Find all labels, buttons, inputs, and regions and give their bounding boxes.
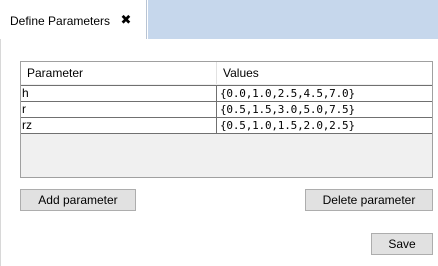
add-parameter-button[interactable]: Add parameter (20, 189, 136, 211)
cell-values[interactable]: {0.5,1.5,3.0,5.0,7.5} (217, 102, 432, 117)
tab-define-parameters[interactable]: Define Parameters ✖ (0, 0, 147, 39)
table-row[interactable]: r {0.5,1.5,3.0,5.0,7.5} (21, 101, 432, 117)
column-header-parameter[interactable]: Parameter (21, 62, 217, 84)
define-parameters-window: Define Parameters ✖ Parameter Values h {… (0, 0, 438, 266)
cell-values[interactable]: {0.5,1.0,1.5,2.0,2.5} (217, 118, 432, 133)
cell-parameter[interactable]: h (21, 86, 217, 101)
table-header-row: Parameter Values (21, 62, 432, 84)
table-row[interactable]: h {0.0,1.0,2.5,4.5,7.0} (21, 85, 432, 101)
save-button[interactable]: Save (371, 233, 433, 255)
cell-values[interactable]: {0.0,1.0,2.5,4.5,7.0} (217, 86, 432, 101)
tab-strip-background (148, 0, 438, 39)
close-icon[interactable]: ✖ (119, 13, 133, 27)
content-panel: Parameter Values h {0.0,1.0,2.5,4.5,7.0}… (0, 39, 438, 266)
parameters-table[interactable]: Parameter Values h {0.0,1.0,2.5,4.5,7.0}… (20, 61, 433, 178)
column-header-values[interactable]: Values (217, 62, 432, 84)
cell-parameter[interactable]: r (21, 102, 217, 117)
tab-title: Define Parameters (10, 14, 111, 28)
table-row[interactable]: rz {0.5,1.0,1.5,2.0,2.5} (21, 117, 432, 134)
tab-strip: Define Parameters ✖ (0, 0, 438, 39)
delete-parameter-button[interactable]: Delete parameter (305, 189, 433, 211)
cell-parameter[interactable]: rz (21, 118, 217, 133)
table-body: h {0.0,1.0,2.5,4.5,7.0} r {0.5,1.5,3.0,5… (21, 85, 432, 134)
